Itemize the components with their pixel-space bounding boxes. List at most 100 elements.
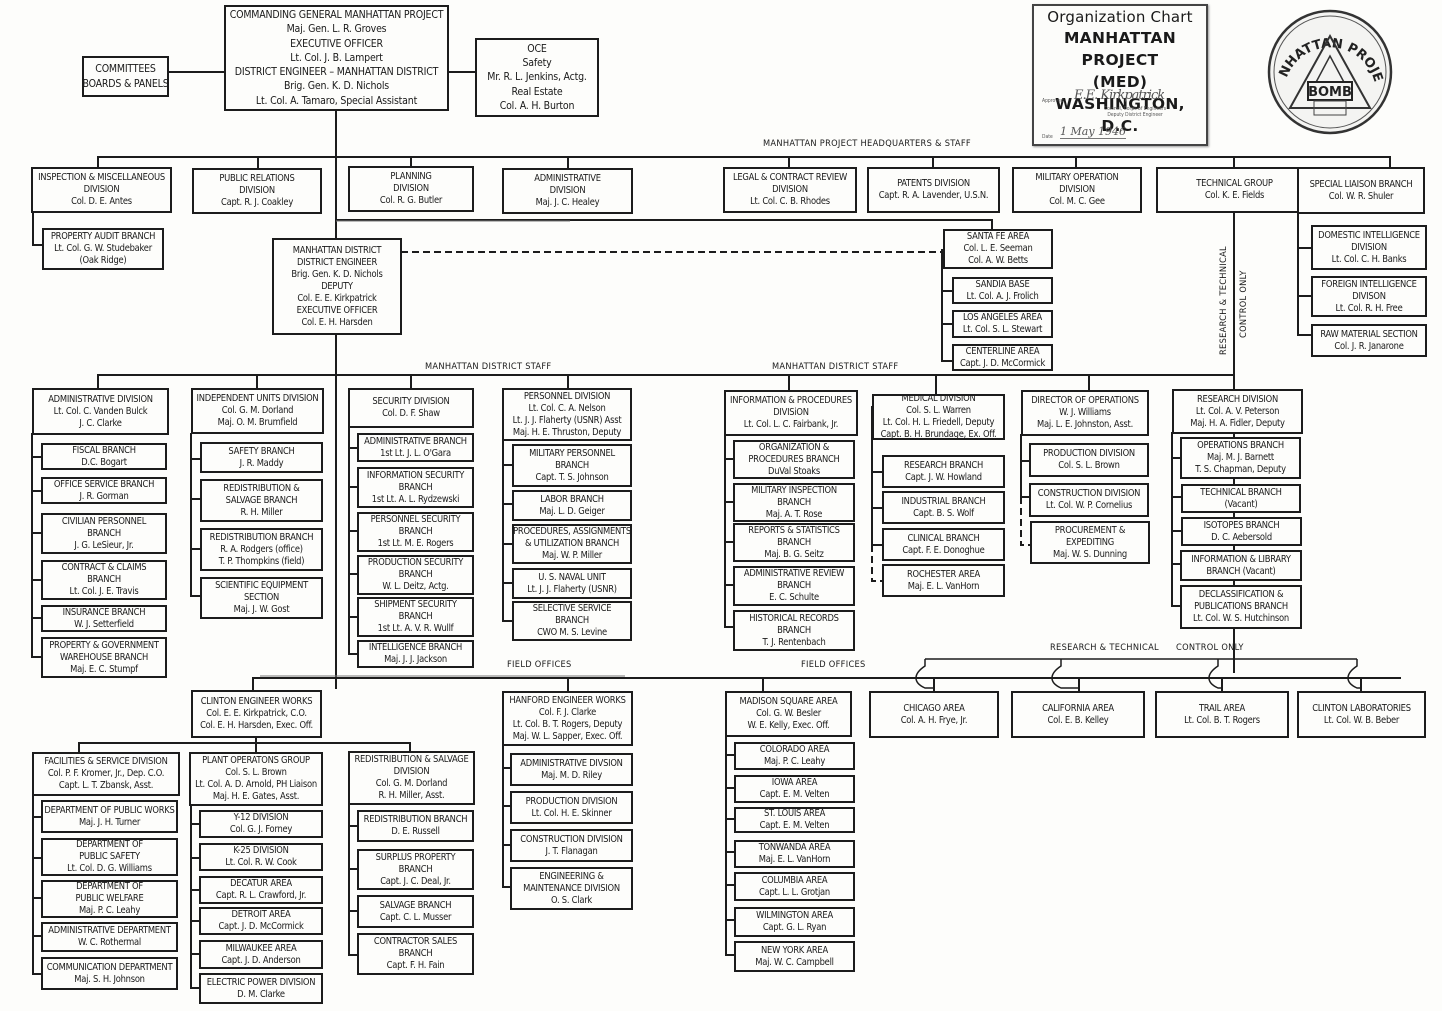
- org-box-line: WAREHOUSE BRANCH: [59, 651, 149, 663]
- org-box-office-service: OFFICE SERVICE BRANCH J. R. Gorman: [41, 477, 167, 504]
- org-box-line: J. C. Clarke: [79, 417, 122, 429]
- org-box-line: Col. G. W. Besler: [756, 708, 821, 719]
- org-box-line: Capt. R. A. Lavender, U.S.N.: [878, 190, 989, 201]
- org-box-colorado: COLORADO AREA Maj. P. C. Leahy: [734, 742, 855, 770]
- org-box-line: W. E. Kelly, Exec. Off.: [747, 720, 830, 731]
- org-box-title: FACILITIES & SERVICE DIVISION: [44, 756, 168, 767]
- approved-label: Approved: [1042, 98, 1064, 104]
- org-box-line: Col. A. H. Frye, Jr.: [900, 714, 968, 726]
- org-box-title: CONSTRUCTION DIVISION: [1037, 488, 1141, 499]
- approval-date: 1 May 1946: [1060, 125, 1127, 139]
- org-box-hanford-production: PRODUCTION DIVISION Lt. Col. H. E. Skinne…: [510, 791, 633, 824]
- org-box-contractor-sales: CONTRACTOR SALES BRANCH Capt. F. H. Fain: [357, 933, 474, 975]
- org-box-title: PLANNING: [390, 171, 432, 182]
- org-box-title: PROPERTY AUDIT BRANCH: [50, 231, 156, 242]
- org-box-line: BRANCH: [398, 948, 433, 959]
- org-box-los-angeles: LOS ANGELES AREA Lt. Col. S. L. Stewart: [952, 310, 1053, 338]
- org-box-line: Capt. J. D. McCormick: [959, 357, 1046, 369]
- org-box-title: DECLASSIFICATION &: [1198, 589, 1284, 600]
- org-box-line: BRANCH: [87, 527, 121, 539]
- org-box-title: WILMINGTON AREA: [756, 910, 833, 921]
- org-box-line: EXPEDITING: [1065, 536, 1115, 548]
- org-box-line: DIVISION: [83, 184, 120, 195]
- org-box-line: BRANCH: [398, 526, 433, 537]
- org-box-line: Col. P. F. Kromer, Jr., Dep. C.O.: [47, 768, 165, 779]
- org-box-line: Col. F. J. Clarke: [538, 706, 597, 718]
- org-box-line: Brig. Gen. K. D. Nichols: [284, 80, 389, 93]
- org-box-title: REDISTRIBUTION BRANCH: [209, 531, 314, 543]
- org-box-public-works: DEPARTMENT OF PUBLIC WORKS Maj. J. H. Tur…: [41, 800, 178, 833]
- org-box-line: Lt. Col. R. H. Free: [1335, 302, 1403, 314]
- org-box-title: CLINTON LABORATORIES: [1312, 702, 1411, 714]
- chart-title: Organization Chart: [1047, 8, 1193, 26]
- org-box-line: Capt. F. H. Fain: [386, 960, 445, 971]
- org-box-title: HANFORD ENGINEER WORKS: [509, 694, 626, 706]
- org-box-line: W. C. Rothermal: [77, 937, 142, 948]
- org-box-title: INFORMATION & LIBRARY: [1191, 553, 1291, 565]
- org-box-personnel: PERSONNEL DIVISION Lt. Col. C. A. Nelson L…: [502, 388, 632, 441]
- org-box-line: BOARDS & PANELS: [82, 77, 169, 90]
- org-box-line: BRANCH: [777, 536, 811, 548]
- org-box-title: CONSTRUCTION DIVISION: [520, 833, 623, 845]
- org-box-line: Col. E. H. Harsden: [301, 316, 373, 328]
- org-box-line: R. H. Miller: [240, 506, 283, 518]
- org-box-domestic-intel: DOMESTIC INTELLIGENCE DIVISION Lt. Col. C.…: [1311, 225, 1427, 270]
- org-box-line: PUBLICATIONS BRANCH: [1194, 601, 1288, 612]
- org-box-military-inspection: MILITARY INSPECTION BRANCH Maj. A. T. Rose: [733, 483, 855, 522]
- org-box-title: ADMINISTRATIVE DIVSION: [520, 757, 623, 769]
- org-box-iowa: IOWA AREA Capt. E. M. Velten: [734, 775, 855, 803]
- org-box-new-york: NEW YORK AREA Maj. W. C. Campbell: [734, 941, 855, 972]
- org-box-title: MEDICAL DIVISION: [901, 394, 976, 404]
- org-box-admin-review: ADMINISTRATIVE REVIEW BRANCH E. C. Schulte: [733, 566, 855, 606]
- org-box-title: ADMINISTRATIVE: [534, 173, 601, 184]
- org-box-line: Maj. Gen. L. R. Groves: [286, 23, 387, 36]
- org-box-labor: LABOR BRANCH Maj. L. D. Geiger: [512, 490, 632, 521]
- org-box-title: CONTRACT & CLAIMS: [61, 562, 147, 573]
- org-box-title: ST. LOUIS AREA: [763, 808, 826, 819]
- org-box-line: W. L. Deitz, Actg.: [382, 581, 449, 592]
- org-box-line: BRANCH (Vacant): [1206, 565, 1276, 577]
- org-box-title: PRODUCTION DIVISION: [525, 795, 618, 807]
- org-box-hanford-construction: CONSTRUCTION DIVISION J. T. Flanagan: [510, 829, 633, 862]
- org-box-reports-stats: REPORTS & STATISTICS BRANCH Maj. B. G. Sei…: [733, 523, 855, 562]
- org-box-line: DIVISION: [393, 183, 429, 194]
- rt-control-vertical-label-2: CONTROL ONLY: [1238, 270, 1249, 338]
- org-box-line: Col. D. F. Shaw: [382, 408, 440, 419]
- org-box-line: Maj. J. C. Healey: [535, 197, 600, 208]
- org-box-line: Lt. J. J. Flaherty (USNR) Asst: [512, 414, 622, 426]
- org-box-line: Capt. R. J. Coakley: [220, 197, 294, 208]
- org-box-hanford: HANFORD ENGINEER WORKS Col. F. J. Clarke L…: [502, 691, 633, 746]
- org-box-selective-service: SELECTIVE SERVICE BRANCH CWO M. S. Levine: [512, 601, 632, 641]
- org-box-safety-branch: SAFETY BRANCH J. R. Maddy: [200, 442, 323, 473]
- org-box-title: REPORTS & STATISTICS: [748, 524, 840, 536]
- org-box-title: INDEPENDENT UNITS DIVISION: [196, 393, 319, 404]
- org-box-title: ELECTRIC POWER DIVISION: [206, 976, 316, 988]
- org-box-line: Capt. B. S. Wolf: [913, 507, 974, 519]
- org-box-santa-fe: SANTA FE AREA Col. L. E. Seeman Col. A. W.…: [943, 229, 1053, 269]
- org-box-line: Capt. G. L. Ryan: [762, 922, 827, 933]
- org-box-line: BRANCH: [555, 615, 589, 626]
- org-box-line: Maj. W. L. Sapper, Exec. Off.: [512, 730, 623, 742]
- org-box-line: D. E. Russell: [391, 826, 440, 837]
- org-box-oce: OCE Safety Mr. R. L. Jenkins, Actg. Real Es…: [475, 38, 599, 117]
- org-box-line: Real Estate: [511, 85, 563, 98]
- org-box-org-procedures: ORGANIZATION & PROCEDURES BRANCH DuVal Sto…: [733, 440, 855, 479]
- org-box-line: Lt. Col. C. H. Banks: [1331, 253, 1407, 265]
- org-box-facilities: FACILITIES & SERVICE DIVISION Col. P. F. …: [32, 752, 180, 796]
- org-box-hanford-admin: ADMINISTRATIVE DIVSION Maj. M. D. Riley: [510, 753, 633, 786]
- org-box-line: EXECUTIVE OFFICER: [296, 304, 378, 316]
- org-box-line: Lt. Col. A. D. Arnold, PH Liaison: [195, 779, 317, 790]
- org-box-line: DIVISION: [772, 184, 808, 195]
- org-box-wilmington: WILMINGTON AREA Capt. G. L. Ryan: [734, 907, 855, 937]
- org-box-line: Col. W. R. Shuler: [1328, 190, 1394, 202]
- org-box-title: PUBLIC RELATIONS: [219, 173, 295, 184]
- org-box-title: RESEARCH BRANCH: [903, 459, 984, 471]
- org-box-contract-claims: CONTRACT & CLAIMS BRANCH Lt. Col. J. E. Tr…: [41, 560, 167, 600]
- org-box-declassification: DECLASSIFICATION & PUBLICATIONS BRANCH Lt.…: [1180, 585, 1302, 629]
- org-box-historical: HISTORICAL RECORDS BRANCH T. J. Rentenbach: [733, 610, 855, 651]
- org-box-chicago: CHICAGO AREA Col. A. H. Frye, Jr.: [869, 691, 999, 738]
- org-box-title: SAFETY BRANCH: [228, 445, 295, 457]
- org-box-line: Col. S. L. Brown: [1058, 460, 1120, 471]
- org-box-title: OCE: [527, 42, 547, 55]
- org-box-line: Maj. H. E. Thruston, Deputy: [512, 426, 622, 438]
